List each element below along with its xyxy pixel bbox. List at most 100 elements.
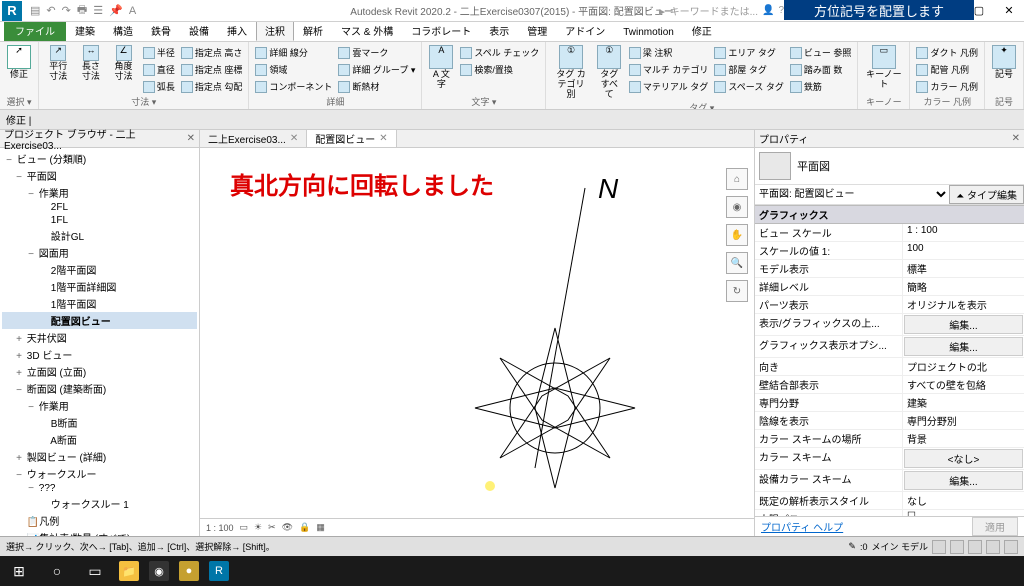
view-tab-siteplan[interactable]: 配置図ビュー✕ <box>307 130 396 147</box>
vsb-icon[interactable]: 🔒 <box>299 522 310 533</box>
region-button[interactable]: 領域 <box>253 61 334 78</box>
tree-item[interactable]: 📋凡例 <box>2 512 197 529</box>
pipe-legend-button[interactable]: 配管 凡例 <box>914 61 980 78</box>
sb-select-icon[interactable] <box>950 540 964 554</box>
tree-item[interactable]: − ??? <box>2 482 197 495</box>
tree-item[interactable]: ウォークスルー 1 <box>2 495 197 512</box>
rebar-button[interactable]: 鉄筋 <box>788 78 854 95</box>
qat-redo-icon[interactable]: ↷ <box>62 4 71 17</box>
view-tab-project[interactable]: 二上Exercise03...✕ <box>200 130 307 147</box>
modify-button[interactable]: ➚修正 <box>4 44 34 81</box>
detail-line-button[interactable]: 詳細 線分 <box>253 44 334 61</box>
sb-filter-icon[interactable] <box>932 540 946 554</box>
tag-category-button[interactable]: ①タグ カテゴリ別 <box>550 44 591 101</box>
tb-explorer[interactable]: 📁 <box>114 556 144 586</box>
detail-group-button[interactable]: 詳細 グループ ▾ <box>336 61 417 78</box>
apply-button[interactable]: 適用 <box>972 517 1018 536</box>
tree-item[interactable]: − 断面図 (建築断面) <box>2 380 197 397</box>
close-button[interactable]: ✕ <box>994 0 1024 22</box>
tab-annotate[interactable]: 注釈 <box>256 20 294 41</box>
spot-coord-button[interactable]: 指定点 座標 <box>179 61 245 78</box>
nav-zoom-icon[interactable]: 🔍 <box>726 252 748 274</box>
radial-dim-button[interactable]: 半径 <box>141 44 177 61</box>
angular-dim-button[interactable]: ∠角度寸法 <box>108 44 139 83</box>
tread-button[interactable]: 踏み面 数 <box>788 61 854 78</box>
drawing-canvas[interactable]: 真北方向に回転しました N ⌂ ◉ ✋ 🔍 ↻ <box>200 148 754 518</box>
tree-item[interactable]: 1階平面詳細図 <box>2 278 197 295</box>
insulation-button[interactable]: 断熱材 <box>336 78 417 95</box>
multi-cat-button[interactable]: マルチ カテゴリ <box>627 61 711 78</box>
duct-legend-button[interactable]: ダクト 凡例 <box>914 44 980 61</box>
tab-struct[interactable]: 構造 <box>104 20 142 41</box>
spot-slope-button[interactable]: 指定点 勾配 <box>179 78 245 95</box>
tree-item[interactable]: + 天井伏図 <box>2 329 197 346</box>
beam-anno-button[interactable]: 梁 注釈 <box>627 44 711 61</box>
sb-link-icon[interactable] <box>968 540 982 554</box>
tab-manage[interactable]: 管理 <box>518 20 556 41</box>
nav-pan-icon[interactable]: ✋ <box>726 224 748 246</box>
tab-mass[interactable]: マス & 外構 <box>332 20 402 41</box>
text-button[interactable]: AA 文字 <box>426 44 456 91</box>
tree-item[interactable]: + 📊集計表/数量 (すべて) <box>2 529 197 536</box>
component-button[interactable]: コンポーネント <box>253 78 334 95</box>
tree-item[interactable]: − 作業用 <box>2 184 197 201</box>
spot-elev-button[interactable]: 指定点 高さ <box>179 44 245 61</box>
tab-addin[interactable]: アドイン <box>556 20 614 41</box>
tree-item[interactable]: 2FL <box>2 201 197 214</box>
space-tag-button[interactable]: スペース タグ <box>712 78 785 95</box>
tab-steel[interactable]: 鉄骨 <box>142 20 180 41</box>
nav-wheel-icon[interactable]: ◉ <box>726 196 748 218</box>
vsb-icon[interactable]: ✂ <box>268 522 276 533</box>
qat-save-icon[interactable]: ▤ <box>30 4 40 17</box>
qat-print-icon[interactable]: 🖶 <box>77 1 87 20</box>
symbol-button[interactable]: ✦記号 <box>989 44 1019 81</box>
vsb-icon[interactable]: ☀ <box>254 522 262 533</box>
tree-item[interactable]: − ウォークスルー <box>2 465 197 482</box>
tab-arch[interactable]: 建築 <box>66 20 104 41</box>
tb-app1[interactable]: ◉ <box>144 556 174 586</box>
tab-insert[interactable]: 挿入 <box>218 20 256 41</box>
tab-mep[interactable]: 設備 <box>180 20 218 41</box>
nav-home-icon[interactable]: ⌂ <box>726 168 748 190</box>
tb-revit[interactable]: R <box>204 556 234 586</box>
tb-app2[interactable]: ● <box>174 556 204 586</box>
view-tab-close-icon[interactable]: ✕ <box>379 133 387 144</box>
nav-orbit-icon[interactable]: ↻ <box>726 280 748 302</box>
tree-item[interactable]: 1FL <box>2 214 197 227</box>
view-ref-button[interactable]: ビュー 参照 <box>788 44 854 61</box>
aligned-dim-button[interactable]: ↗平行寸法 <box>43 44 74 83</box>
tab-file[interactable]: ファイル <box>4 20 66 41</box>
tree-item[interactable]: B断面 <box>2 414 197 431</box>
title-search[interactable]: ► キーワードまたは... 👤 ? <box>657 3 784 18</box>
props-close-icon[interactable]: ✕ <box>1012 133 1020 144</box>
sb-drag-icon[interactable] <box>1004 540 1018 554</box>
props-help-link[interactable]: プロパティ ヘルプ <box>761 519 843 534</box>
linear-dim-button[interactable]: ↔長さ寸法 <box>76 44 107 83</box>
cortana-button[interactable]: ○ <box>38 556 76 586</box>
view-scale[interactable]: 1 : 100 <box>206 523 234 533</box>
taskview-button[interactable]: ▭ <box>76 556 114 586</box>
tree-item[interactable]: 2階平面図 <box>2 261 197 278</box>
tab-view[interactable]: 表示 <box>480 20 518 41</box>
browser-close-icon[interactable]: ✕ <box>187 133 195 144</box>
tree-item[interactable]: A断面 <box>2 431 197 448</box>
tree-item[interactable]: − 図面用 <box>2 244 197 261</box>
tab-analyze[interactable]: 解析 <box>294 20 332 41</box>
qat-a-icon[interactable]: A <box>129 5 136 17</box>
qat-pin-icon[interactable]: 📌 <box>109 4 123 17</box>
tree-item[interactable]: − 作業用 <box>2 397 197 414</box>
vsb-icon[interactable]: ▭ <box>240 522 249 533</box>
tree-item[interactable]: + 立面図 (立面) <box>2 363 197 380</box>
spell-check-button[interactable]: スペル チェック <box>458 44 541 61</box>
sb-pin-icon[interactable] <box>986 540 1000 554</box>
tree-item[interactable]: − 平面図 <box>2 167 197 184</box>
tree-item[interactable]: 1階平面図 <box>2 295 197 312</box>
qat-more-icon[interactable]: ☰ <box>93 4 103 17</box>
revision-cloud-button[interactable]: 雲マーク <box>336 44 417 61</box>
arc-length-button[interactable]: 弧長 <box>141 78 177 95</box>
sb-main-model[interactable]: メイン モデル <box>871 540 928 553</box>
user-icon[interactable]: 👤 <box>762 5 774 16</box>
sb-icon[interactable]: ✎ <box>848 541 856 552</box>
material-tag-button[interactable]: マテリアル タグ <box>627 78 711 95</box>
find-replace-button[interactable]: 検索/置換 <box>458 61 541 78</box>
